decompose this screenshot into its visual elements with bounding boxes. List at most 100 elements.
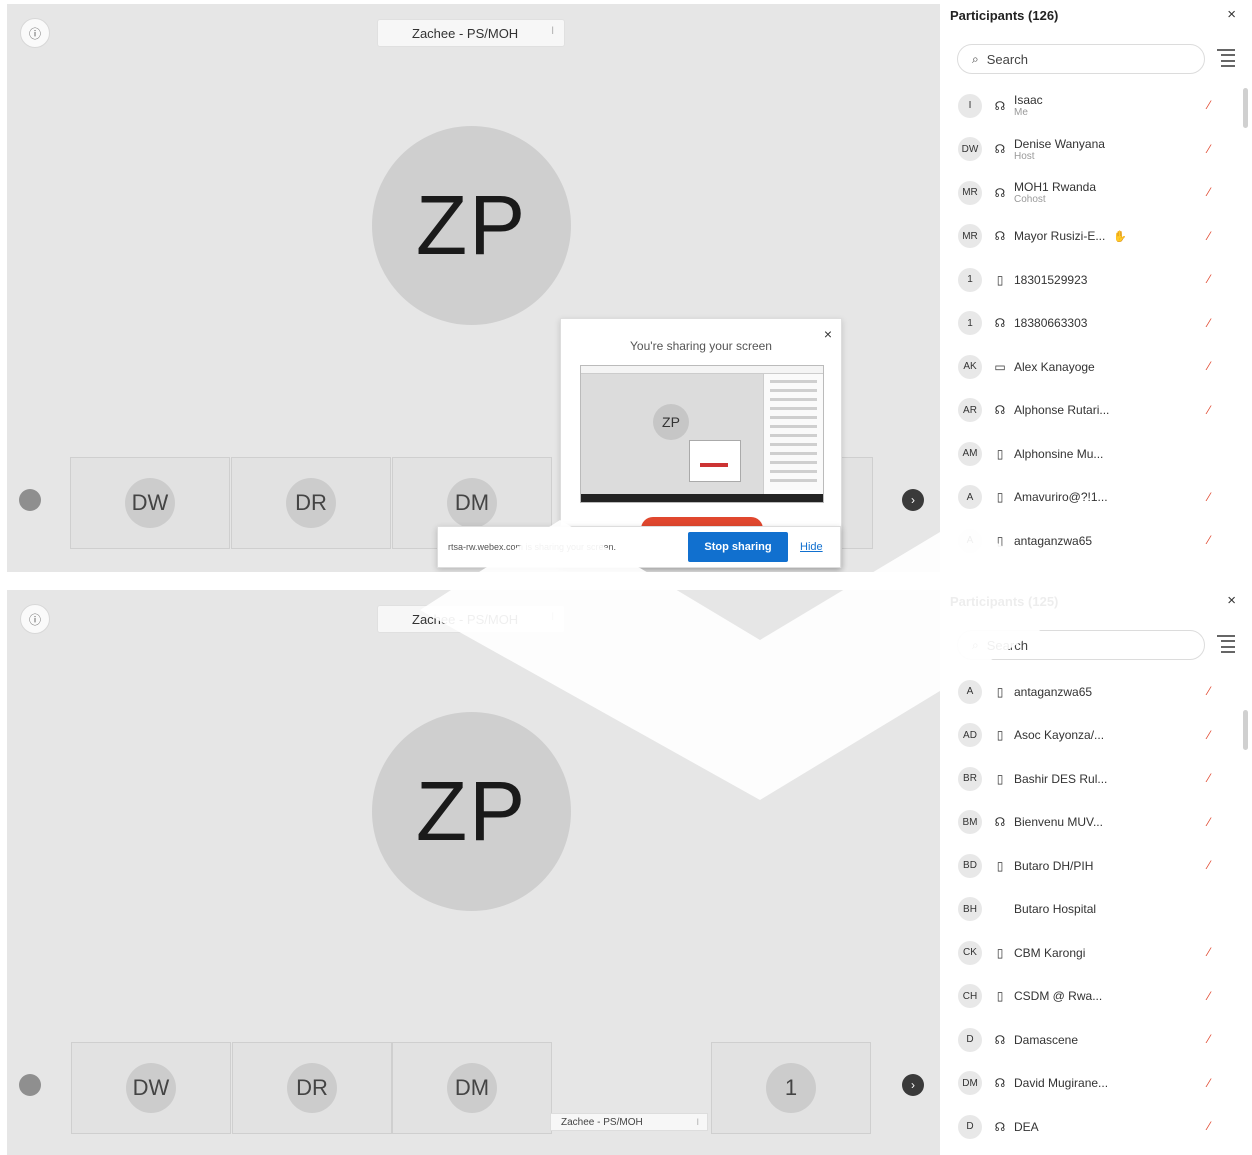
muted-mic-icon[interactable]: ⁄ [1208,142,1210,156]
hide-link[interactable]: Hide [800,541,823,553]
video-tile[interactable]: DW [71,1042,231,1134]
pin-icon[interactable]: ǀ [697,1117,699,1127]
filmstrip-prev-button[interactable] [19,1074,41,1096]
participant-avatar: BH [958,897,982,922]
participant-row[interactable]: D ☊ Damascene ⁄ [950,1018,1240,1062]
participant-row[interactable]: BR ▯ Bashir DES Rul... ⁄ [950,757,1240,801]
muted-mic-icon[interactable]: ⁄ [1208,858,1210,872]
participant-row[interactable]: BM ☊ Bienvenu MUV... ⁄ [950,801,1240,845]
participant-row[interactable]: 1 ☊ 18380663303 ⁄ [950,302,1240,346]
participant-text: CBM Karongi [1014,946,1085,960]
pin-icon[interactable]: ǀ [551,26,554,37]
scrollbar[interactable] [1243,88,1248,128]
tile-avatar: DR [286,478,336,528]
participant-text: Mayor Rusizi-E... [1014,229,1105,243]
muted-mic-icon[interactable]: ⁄ [1208,533,1210,547]
video-tile[interactable]: DR [232,1042,392,1134]
filmstrip-next-button[interactable]: › [902,1074,924,1096]
participant-row[interactable]: AD ▯ Asoc Kayonza/... ⁄ [950,714,1240,758]
participant-row[interactable]: 1 ▯ 18301529923 ⁄ [950,258,1240,302]
participant-row[interactable]: A ▯ antaganzwa65 ⁄ [950,519,1240,563]
participant-row[interactable]: AK ▭ Alex Kanayoge ⁄ [950,345,1240,389]
muted-mic-icon[interactable]: ⁄ [1208,98,1210,112]
muted-mic-icon[interactable]: ⁄ [1208,815,1210,829]
muted-mic-icon[interactable]: ⁄ [1208,728,1210,742]
participant-row[interactable]: AM ▯ Alphonsine Mu... [950,432,1240,476]
participant-row[interactable]: AR ☊ Alphonse Rutari... ⁄ [950,389,1240,433]
video-tile[interactable]: 1 [711,1042,871,1134]
stop-sharing-button[interactable]: Stop sharing [688,532,788,562]
video-tile[interactable]: DR [231,457,391,549]
participants-panel: Participants (125) × ⌕ Search A ▯ antaganz… [940,590,1252,1155]
muted-mic-icon[interactable]: ⁄ [1208,1076,1210,1090]
participant-row[interactable]: MR ☊ MOH1 Rwanda Cohost ⁄ [950,171,1240,215]
headset-icon: ☊ [994,142,1006,157]
active-speaker-label[interactable]: Zachee - PS/MOH ǀ [377,19,565,47]
participant-avatar: D [958,1114,982,1139]
muted-mic-icon[interactable]: ⁄ [1208,945,1210,959]
pin-icon[interactable]: ǀ [551,612,554,623]
muted-mic-icon[interactable]: ⁄ [1208,1119,1210,1133]
participant-text: Asoc Kayonza/... [1014,728,1104,742]
participant-row[interactable]: I ☊ Isaac Me ⁄ [950,84,1240,128]
participant-name: Mayor Rusizi-E... [1014,229,1106,244]
close-icon[interactable]: × [1227,592,1236,609]
scrollbar[interactable] [1243,710,1248,750]
participant-name: antaganzwa65 [1014,684,1093,699]
muted-mic-icon[interactable]: ⁄ [1208,1032,1210,1046]
search-input[interactable]: ⌕ Search [957,44,1205,74]
participant-name: Alphonse Rutari... [1014,403,1110,418]
participant-avatar: DW [958,137,982,162]
participant-row[interactable]: DW ☊ Denise Wanyana Host ⁄ [950,128,1240,172]
muted-mic-icon[interactable]: ⁄ [1208,229,1210,243]
participant-avatar: MR [958,180,982,205]
close-icon[interactable]: × [1227,6,1236,23]
muted-mic-icon[interactable]: ⁄ [1208,272,1210,286]
participant-row[interactable]: A ▯ antaganzwa65 ⁄ [950,670,1240,714]
video-tile[interactable]: DW [70,457,230,549]
participant-row[interactable]: BH Butaro Hospital [950,888,1240,932]
sort-icon[interactable] [1217,49,1235,67]
muted-mic-icon[interactable]: ⁄ [1208,185,1210,199]
tile-avatar: 1 [766,1063,816,1113]
preview-avatar: ZP [653,404,689,440]
muted-mic-icon[interactable]: ⁄ [1208,684,1210,698]
info-icon[interactable]: ⓘ [20,604,50,634]
participant-row[interactable]: D ☊ DEA ⁄ [950,1105,1240,1149]
tile-avatar: DW [125,478,175,528]
muted-mic-icon[interactable]: ⁄ [1208,403,1210,417]
search-input[interactable]: ⌕ Search [957,630,1205,660]
participant-text: 18301529923 [1014,273,1087,287]
phone-icon: ▯ [996,858,1004,873]
participant-role: Me [1014,107,1028,119]
participant-text: Alex Kanayoge [1014,360,1095,374]
filmstrip-next-button[interactable]: › [902,489,924,511]
participant-row[interactable]: BD ▯ Butaro DH/PIH ⁄ [950,844,1240,888]
participant-text: Isaac Me [1014,93,1043,118]
active-speaker-avatar: ZP [372,712,571,911]
muted-mic-icon[interactable]: ⁄ [1208,771,1210,785]
active-speaker-label[interactable]: Zachee - PS/MOH ǀ [377,605,565,633]
muted-mic-icon[interactable]: ⁄ [1208,359,1210,373]
participant-row[interactable]: CH ▯ CSDM @ Rwa... ⁄ [950,975,1240,1019]
headset-icon: ☊ [994,815,1006,830]
participant-row[interactable]: A ▯ Amavuriro@?!1... ⁄ [950,476,1240,520]
muted-mic-icon[interactable]: ⁄ [1208,490,1210,504]
muted-mic-icon[interactable]: ⁄ [1208,316,1210,330]
share-title: You're sharing your screen [630,339,772,353]
participant-name: Asoc Kayonza/... [1014,728,1105,743]
sort-icon[interactable] [1217,635,1235,653]
participant-row[interactable]: DM ☊ David Mugirane... ⁄ [950,1062,1240,1106]
muted-mic-icon[interactable]: ⁄ [1208,989,1210,1003]
participants-title: Participants (125) [950,594,1059,609]
tile-avatar: DM [447,478,497,528]
filmstrip-prev-button[interactable] [19,489,41,511]
participant-avatar: 1 [958,311,982,336]
participant-role: Cohost [1014,194,1046,206]
video-tile[interactable]: DM [392,1042,552,1134]
tile-avatar: DR [287,1063,337,1113]
info-icon[interactable]: ⓘ [20,18,50,48]
participant-row[interactable]: CK ▯ CBM Karongi ⁄ [950,931,1240,975]
participant-row[interactable]: MR ☊ Mayor Rusizi-E... ✋ ⁄ [950,215,1240,259]
participant-name: David Mugirane... [1014,1076,1109,1091]
